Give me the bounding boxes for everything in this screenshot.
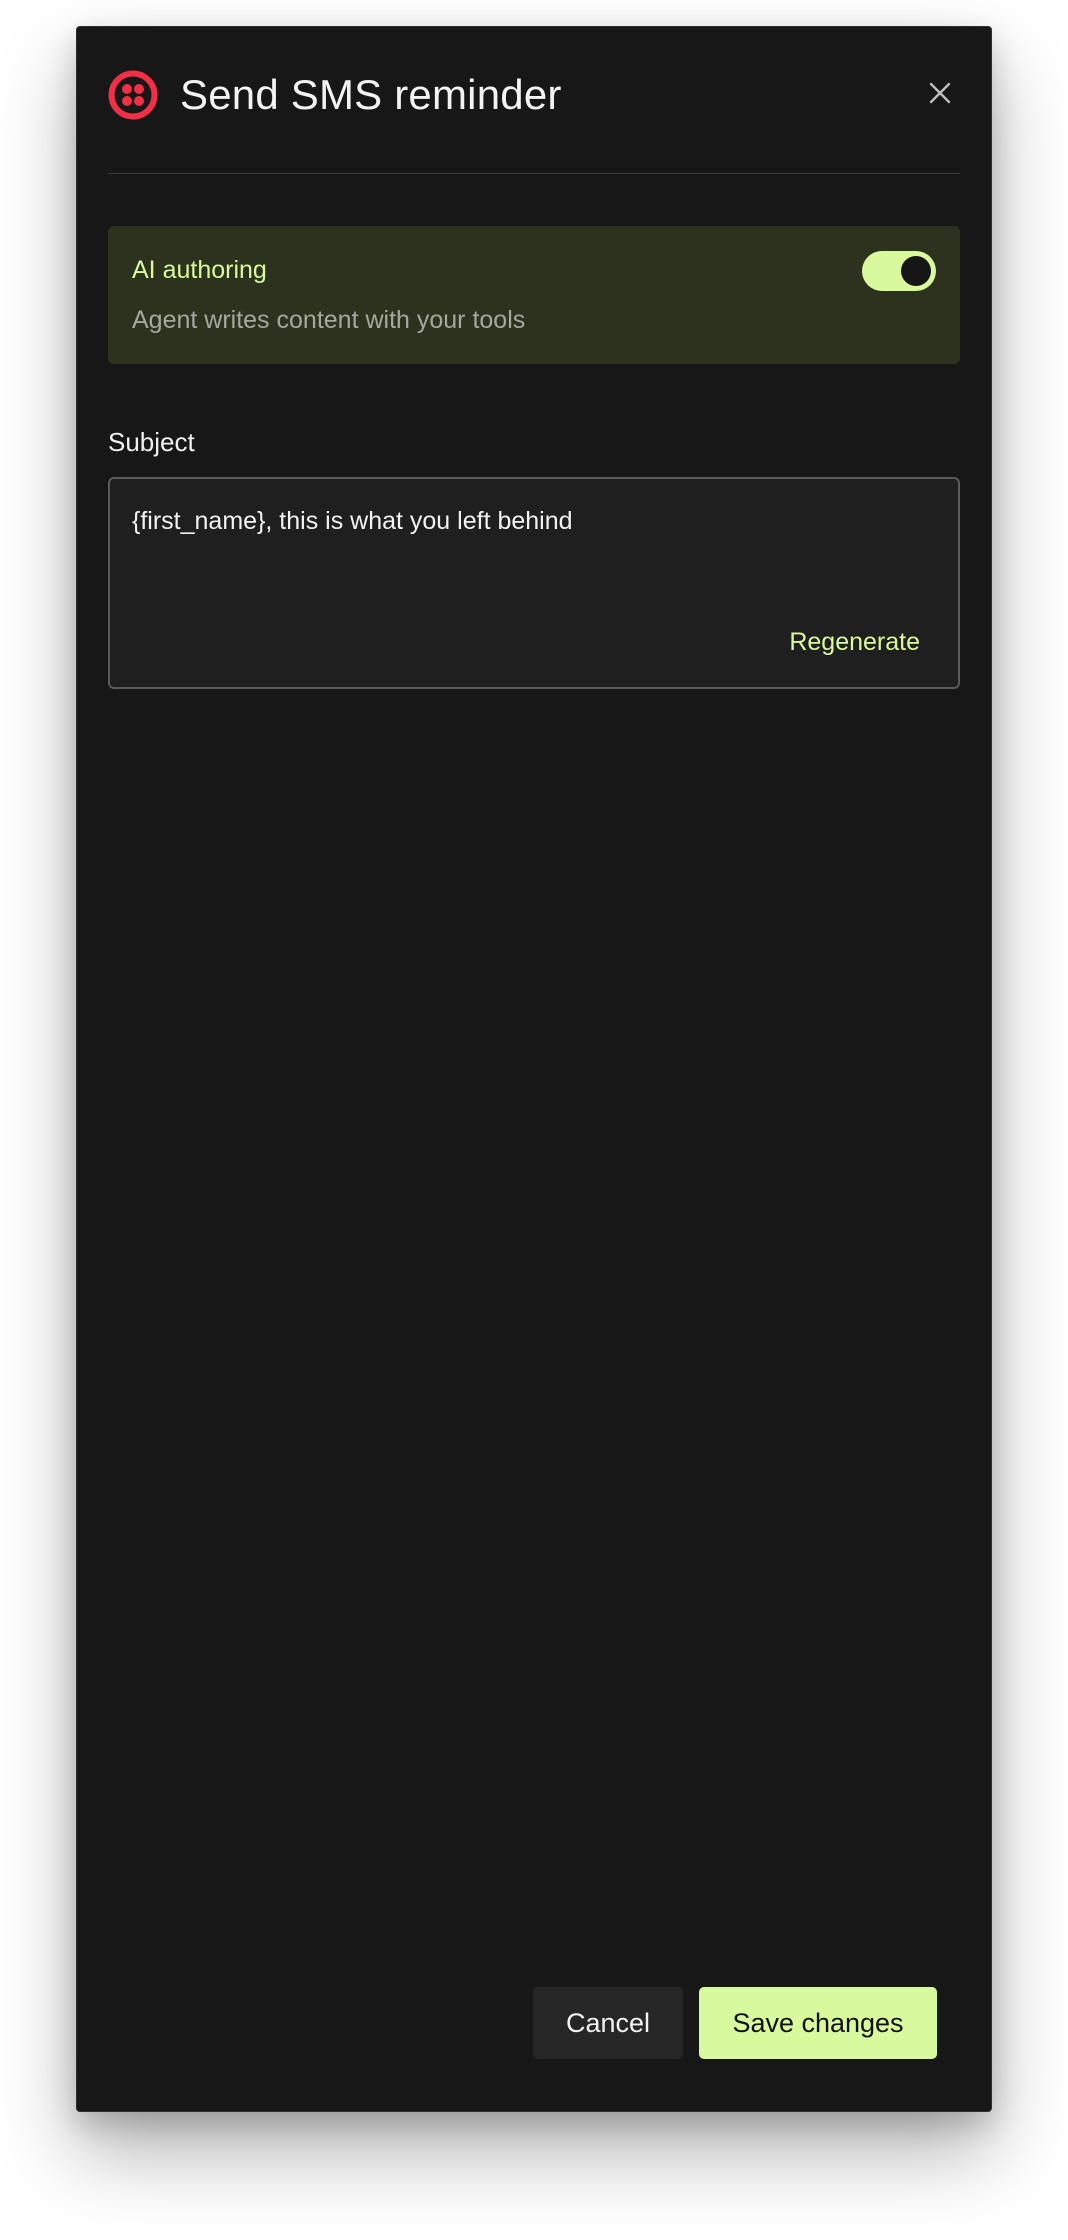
ai-authoring-card: AI authoring Agent writes content with y… <box>108 226 960 364</box>
twilio-logo-icon <box>108 70 158 120</box>
dialog-title: Send SMS reminder <box>180 71 562 118</box>
save-changes-button[interactable]: Save changes <box>699 1987 937 2059</box>
dialog-footer: Cancel Save changes <box>533 1987 937 2059</box>
subject-label: Subject <box>108 427 195 457</box>
dialog-header: Send SMS reminder <box>108 63 960 127</box>
ai-authoring-description: Agent writes content with your tools <box>132 306 526 334</box>
ai-authoring-title: AI authoring <box>132 256 267 284</box>
close-icon <box>929 82 951 109</box>
send-sms-reminder-dialog: Send SMS reminder AI authoring Agent wri… <box>76 26 992 2112</box>
header-divider <box>108 173 960 174</box>
subject-input[interactable]: {first_name}, this is what you left behi… <box>108 477 960 689</box>
close-button[interactable] <box>920 75 960 115</box>
toggle-knob <box>901 256 931 286</box>
ai-authoring-toggle[interactable] <box>862 251 936 291</box>
cancel-button[interactable]: Cancel <box>533 1987 683 2059</box>
regenerate-button[interactable]: Regenerate <box>789 628 920 657</box>
subject-value: {first_name}, this is what you left behi… <box>132 507 573 535</box>
